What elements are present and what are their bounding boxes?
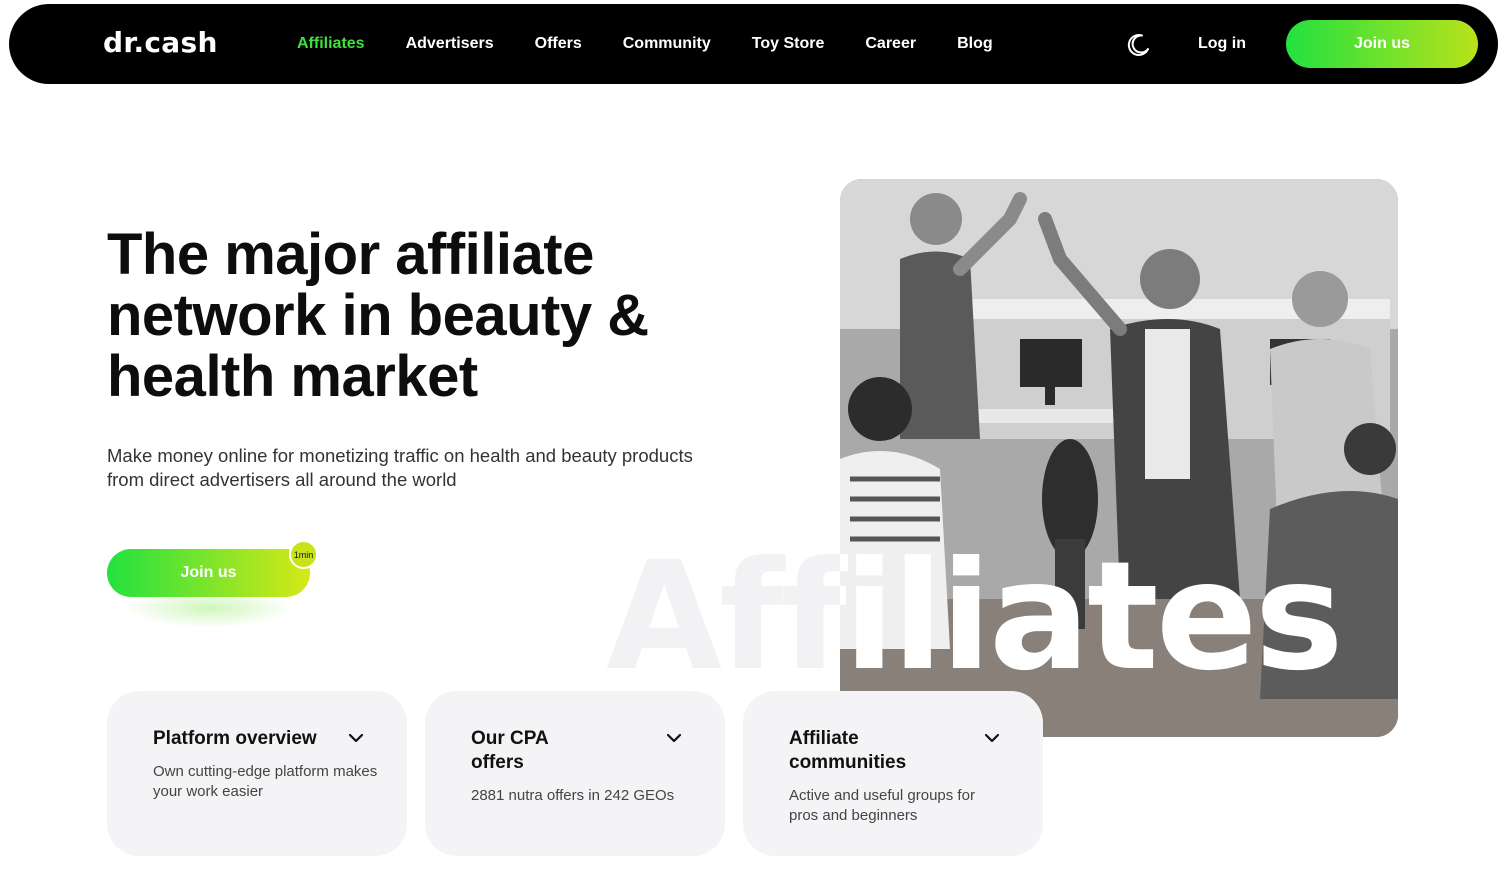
top-navbar: dr.cash Affiliates Advertisers Offers Co…: [9, 4, 1498, 84]
card-title: Affiliate communities: [789, 728, 907, 773]
card-cpa-offers[interactable]: Our CPA offers 2881 nutra offers in 242 …: [425, 691, 725, 856]
join-us-hero-button[interactable]: Join us: [107, 549, 310, 597]
nav-item-affiliates[interactable]: Affiliates: [297, 35, 365, 53]
chevron-down-icon: [984, 733, 1000, 743]
card-description: Active and useful groups for pros and be…: [789, 787, 975, 824]
nav-item-career[interactable]: Career: [865, 35, 916, 53]
nav-item-offers[interactable]: Offers: [535, 35, 582, 53]
chevron-down-icon: [666, 733, 682, 743]
join-us-header-button[interactable]: Join us: [1286, 20, 1478, 68]
one-minute-badge: 1min: [289, 540, 318, 569]
logo[interactable]: dr.cash: [103, 26, 218, 59]
hero-subtitle: Make money online for monetizing traffic…: [107, 445, 693, 490]
nav-item-advertisers[interactable]: Advertisers: [406, 35, 494, 53]
card-title: Platform overview: [153, 728, 317, 749]
card-affiliate-communities[interactable]: Affiliate communities Active and useful …: [743, 691, 1043, 856]
hero-team-photo: [840, 179, 1398, 737]
nav-item-community[interactable]: Community: [623, 35, 711, 53]
nav-item-toy-store[interactable]: Toy Store: [752, 35, 825, 53]
card-description: Own cutting-edge platform makes your wor…: [153, 763, 378, 800]
main-nav: Affiliates Advertisers Offers Community …: [297, 4, 1034, 84]
card-platform-overview[interactable]: Platform overview Own cutting-edge platf…: [107, 691, 407, 856]
card-description: 2881 nutra offers in 242 GEOs: [471, 787, 675, 804]
team-photo-illustration: [840, 179, 1398, 737]
chevron-down-icon: [348, 733, 364, 743]
moon-icon[interactable]: [1123, 30, 1153, 60]
login-link[interactable]: Log in: [1198, 35, 1246, 53]
nav-item-blog[interactable]: Blog: [957, 35, 993, 53]
hero-title: The major affiliate network in beauty & …: [107, 222, 649, 409]
card-title: Our CPA offers: [471, 728, 549, 773]
